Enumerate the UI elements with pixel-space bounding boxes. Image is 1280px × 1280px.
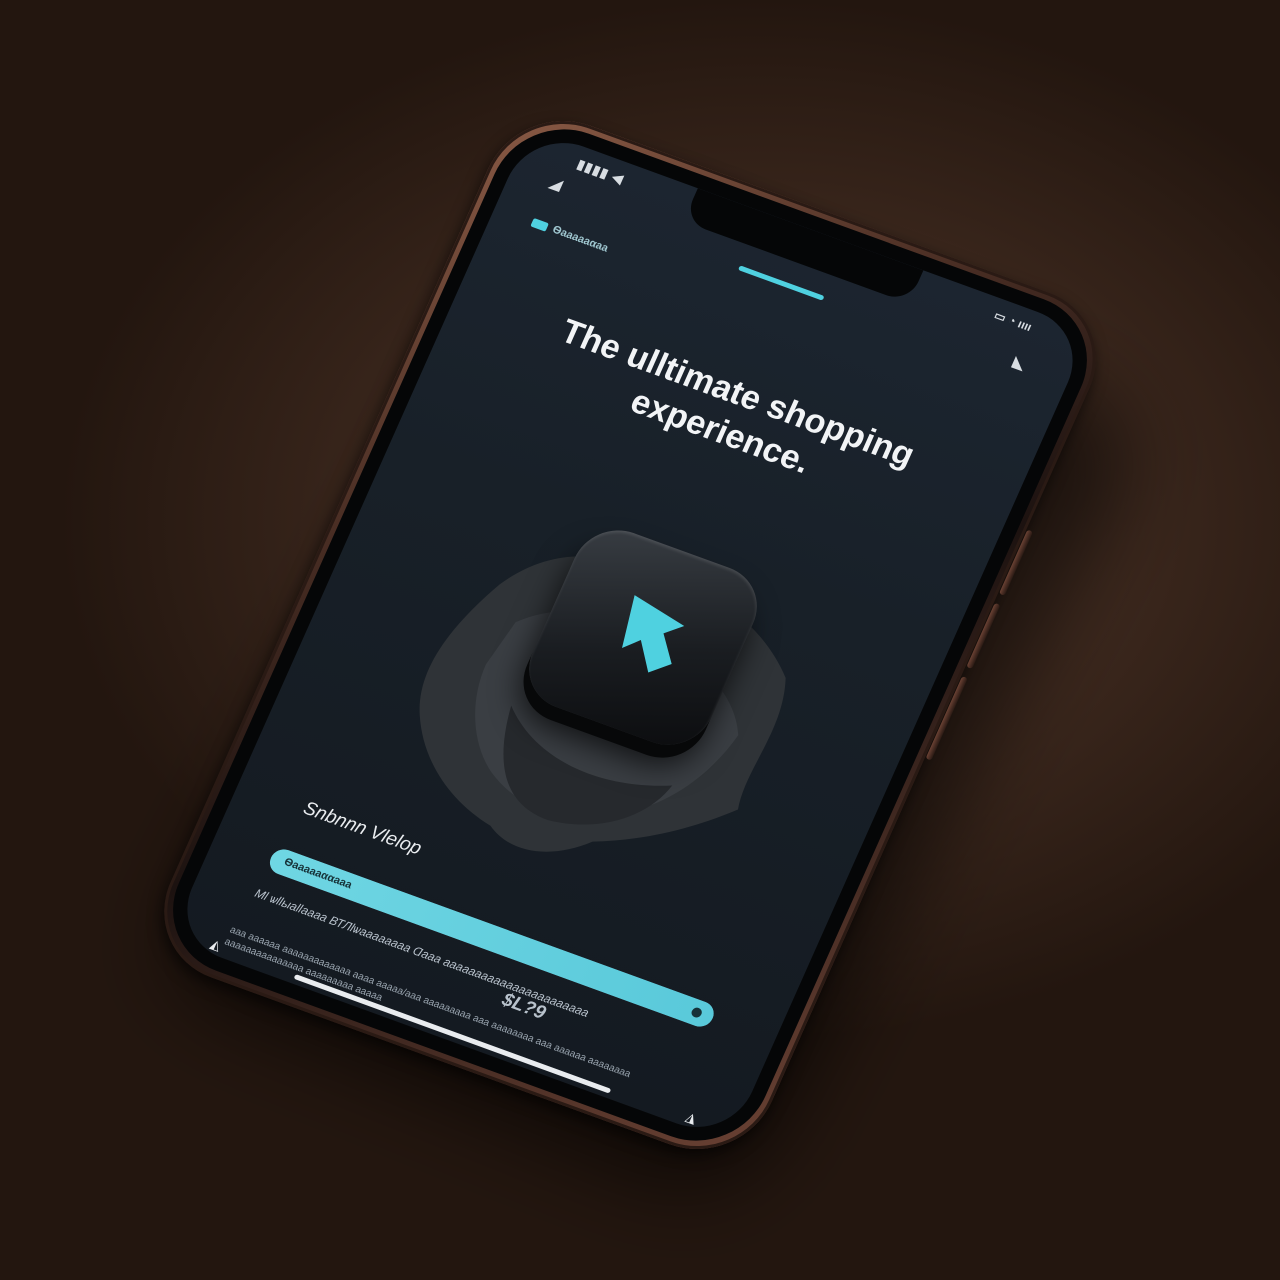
hero-illustration [337, 436, 876, 939]
status-bar-right: ▭ ◔ ıııı [991, 308, 1034, 335]
status-bar-left: ▮▮▮▮ ◀ [574, 156, 627, 187]
menu-icon[interactable]: ◣ [1010, 352, 1030, 375]
brand-name: Ѳаааааαаа [550, 223, 611, 255]
brand-header[interactable]: Ѳаааааαаа [530, 216, 611, 255]
brand-logo-icon [530, 217, 550, 232]
back-icon[interactable]: ◢ [546, 172, 566, 195]
page-indicator [737, 265, 825, 301]
up-arrow-icon [622, 595, 685, 673]
nav-left-icon[interactable]: ◭ [208, 936, 224, 954]
